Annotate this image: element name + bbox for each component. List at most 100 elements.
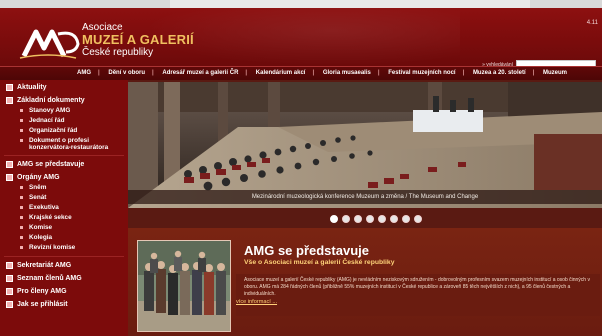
sidebar-subitem-label: Krajské sekce — [29, 214, 72, 221]
sidebar-item-jak-se-prihlasit[interactable]: Jak se přihlásit — [0, 297, 128, 310]
sidebar-subitem-label: Kolegia — [29, 234, 53, 241]
site-header: Asociace MUZEÍ A GALERIÍ České republiky… — [0, 8, 602, 69]
sidebar-subitem-label: Komise — [29, 224, 53, 231]
sidebar-subitem-organizacni-rad[interactable]: Organizační řád — [0, 126, 128, 136]
sidebar-section-organy: Orgány AMG Sněm Senát Exekutiva Krajské … — [0, 170, 128, 253]
top-navigation: AMG | Dění v oboru | Adresář muzeí a galer… — [0, 66, 602, 81]
sidebar-section-pro-cleny: Pro členy AMG — [0, 284, 128, 297]
sidebar-subitem-stanovy[interactable]: Stanovy AMG — [0, 106, 128, 116]
bullet-icon — [20, 109, 23, 112]
bullet-icon — [20, 216, 23, 219]
main-content: Mezinárodní muzeologická konference Muze… — [128, 80, 602, 336]
sidebar-item-amg-se-predstavuje[interactable]: AMG se představuje — [0, 157, 128, 170]
square-bullet-icon — [6, 174, 13, 181]
nav-separator: | — [245, 70, 248, 76]
header-date: 4.11 — [586, 20, 598, 26]
bullet-icon — [20, 226, 23, 229]
sidebar-item-label: Aktuality — [17, 84, 47, 91]
sidebar-item-label: Základní dokumenty — [17, 97, 85, 104]
amg-logo-icon[interactable] — [18, 22, 80, 62]
sidebar: Aktuality Základní dokumenty Stanovy AMG… — [0, 80, 128, 336]
nav-item-kalendarium[interactable]: Kalendárium akcí — [249, 70, 313, 76]
slide-dot-6[interactable] — [390, 215, 398, 223]
sidebar-item-label: Jak se přihlásit — [17, 301, 68, 308]
sidebar-subitem-label: Dokument o profesi konzervátora-restaurá… — [29, 137, 109, 151]
nav-separator: | — [98, 70, 100, 76]
nav-item-muzea-20-stoleti[interactable]: Muzea a 20. století — [466, 70, 533, 76]
square-bullet-icon — [6, 288, 13, 295]
sidebar-subitem-revizni-komise[interactable]: Revizní komise — [0, 243, 128, 253]
nav-separator: | — [312, 70, 315, 76]
hero-slideshow[interactable]: Mezinárodní muzeologická konference Muze… — [128, 82, 602, 208]
slide-dot-7[interactable] — [402, 215, 410, 223]
bullet-icon — [20, 139, 23, 142]
sidebar-subitem-snem[interactable]: Sněm — [0, 183, 128, 193]
nav-item-muzeum[interactable]: Muzeum — [536, 70, 574, 76]
browser-tab[interactable] — [170, 0, 530, 8]
slide-dot-8[interactable] — [414, 215, 422, 223]
intro-panel: AMG se představuje Vše o Asociaci muzeí … — [128, 228, 602, 336]
nav-separator: | — [532, 70, 535, 76]
sidebar-subitem-jednaci-rad[interactable]: Jednací řád — [0, 116, 128, 126]
sidebar-item-label: Pro členy AMG — [17, 288, 67, 295]
logo-line-muzei: MUZEÍ A GALERIÍ — [82, 32, 194, 47]
bullet-icon — [20, 186, 23, 189]
bullet-icon — [20, 206, 23, 209]
bullet-icon — [20, 119, 23, 122]
square-bullet-icon — [6, 301, 13, 308]
square-bullet-icon — [6, 161, 13, 168]
sidebar-item-zakladni-dokumenty[interactable]: Základní dokumenty — [0, 93, 128, 106]
sidebar-item-label: AMG se představuje — [17, 161, 85, 168]
more-info-link[interactable]: více informací ... — [236, 299, 277, 305]
slide-dot-4[interactable] — [366, 215, 374, 223]
slide-dot-3[interactable] — [354, 215, 362, 223]
sidebar-item-seznam-clenu[interactable]: Seznam členů AMG — [0, 271, 128, 284]
sidebar-divider — [4, 155, 124, 156]
group-photo — [137, 240, 231, 332]
sidebar-subitem-exekutiva[interactable]: Exekutiva — [0, 203, 128, 213]
square-bullet-icon — [6, 84, 13, 91]
sidebar-section-amg-se-predstavuje: AMG se představuje — [0, 157, 128, 170]
square-bullet-icon — [6, 275, 13, 282]
sidebar-item-organy[interactable]: Orgány AMG — [0, 170, 128, 183]
bullet-icon — [20, 246, 23, 249]
slide-dot-5[interactable] — [378, 215, 386, 223]
sidebar-section-seznam-clenu: Seznam členů AMG — [0, 271, 128, 284]
nav-item-deni-v-oboru[interactable]: Dění v oboru — [101, 70, 152, 76]
sidebar-section-sekretariat: Sekretariát AMG — [0, 258, 128, 271]
nav-item-adresar[interactable]: Adresář muzeí a galerií ČR — [155, 70, 245, 76]
slideshow-pagination — [330, 215, 422, 223]
logo-line-cr: České republiky — [82, 47, 154, 58]
page: Asociace MUZEÍ A GALERIÍ České republiky… — [0, 0, 602, 336]
sidebar-subitem-label: Revizní komise — [29, 244, 76, 251]
sidebar-subitem-krajske-sekce[interactable]: Krajské sekce — [0, 213, 128, 223]
section-heading: AMG se představuje — [244, 243, 369, 258]
sidebar-subitem-senat[interactable]: Senát — [0, 193, 128, 203]
nav-separator: | — [462, 70, 465, 76]
sidebar-section-jak-se-prihlasit: Jak se přihlásit — [0, 297, 128, 310]
bullet-icon — [20, 196, 23, 199]
nav-item-festival[interactable]: Festival muzejních nocí — [381, 70, 462, 76]
sidebar-item-aktuality[interactable]: Aktuality — [0, 80, 128, 93]
sidebar-subitem-komise[interactable]: Komise — [0, 223, 128, 233]
sidebar-item-label: Orgány AMG — [17, 174, 60, 181]
nav-item-amg[interactable]: AMG — [70, 70, 98, 76]
slide-dot-2[interactable] — [342, 215, 350, 223]
section-body-text: Asociace muzeí a galerií České republiky… — [236, 274, 600, 316]
square-bullet-icon — [6, 262, 13, 269]
slide-caption: Mezinárodní muzeologická konference Muze… — [251, 194, 479, 200]
nav-items: AMG | Dění v oboru | Adresář muzeí a galer… — [70, 70, 574, 76]
bullet-icon — [20, 129, 23, 132]
sidebar-section-aktuality: Aktuality — [0, 80, 128, 93]
sidebar-item-pro-cleny[interactable]: Pro členy AMG — [0, 284, 128, 297]
sidebar-item-label: Sekretariát AMG — [17, 262, 72, 269]
sidebar-subitem-label: Jednací řád — [29, 117, 65, 124]
sidebar-section-zakladni-dokumenty: Základní dokumenty Stanovy AMG Jednací ř… — [0, 93, 128, 152]
site-logo-text[interactable]: Asociace MUZEÍ A GALERIÍ České republiky — [82, 22, 194, 58]
slide-dot-1[interactable] — [330, 215, 338, 223]
nav-separator: | — [377, 70, 380, 76]
sidebar-subitem-kolegia[interactable]: Kolegia — [0, 233, 128, 243]
sidebar-subitem-dokument-o-profesi[interactable]: Dokument o profesi konzervátora-restaurá… — [0, 136, 128, 152]
nav-item-gloria[interactable]: Gloria musaealis — [316, 70, 378, 76]
sidebar-item-sekretariat[interactable]: Sekretariát AMG — [0, 258, 128, 271]
